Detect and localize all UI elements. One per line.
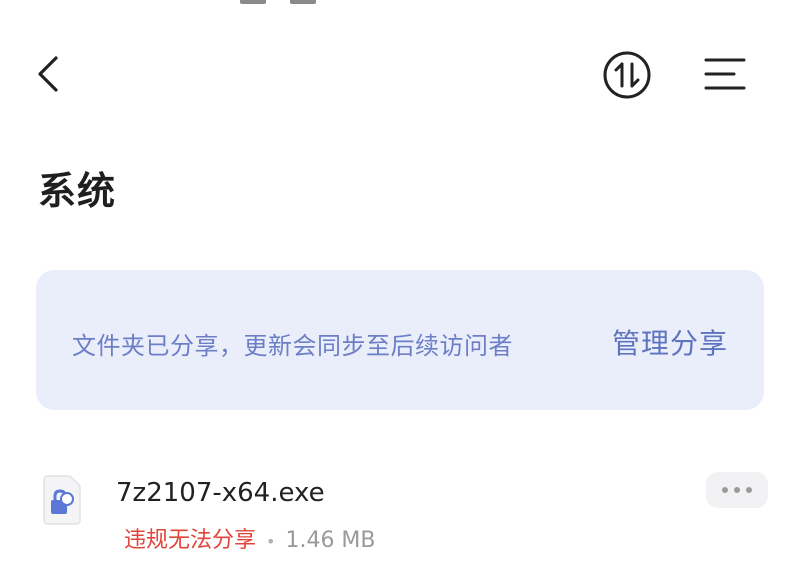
file-meta: 违规无法分享 • 1.46 MB <box>124 522 376 554</box>
more-dots-icon <box>722 487 752 493</box>
file-size: 1.46 MB <box>285 528 376 553</box>
menu-icon <box>704 58 746 90</box>
back-button[interactable] <box>28 50 72 98</box>
more-options-button[interactable] <box>706 472 768 508</box>
folder-screen: 系统 文件夹已分享，更新会同步至后续访问者 管理分享 7z2107-x64.ex… <box>0 0 800 566</box>
sort-button[interactable] <box>600 50 654 100</box>
menu-button[interactable] <box>700 52 750 96</box>
file-lock-icon <box>40 474 84 526</box>
share-notice: 文件夹已分享，更新会同步至后续访问者 <box>72 332 513 360</box>
status-icon <box>240 0 266 4</box>
sort-arrows-icon <box>603 51 651 99</box>
share-banner: 文件夹已分享，更新会同步至后续访问者 管理分享 <box>36 270 764 410</box>
chevron-left-icon <box>38 56 58 92</box>
meta-separator: • <box>266 531 276 551</box>
status-bar <box>0 0 800 8</box>
status-icon <box>290 0 316 4</box>
file-name: 7z2107-x64.exe <box>116 478 325 508</box>
share-violation-status: 违规无法分享 <box>124 528 257 553</box>
manage-share-button[interactable]: 管理分享 <box>612 322 728 362</box>
file-row[interactable]: 7z2107-x64.exe 违规无法分享 • 1.46 MB <box>0 460 800 566</box>
page-title: 系统 <box>38 169 117 213</box>
